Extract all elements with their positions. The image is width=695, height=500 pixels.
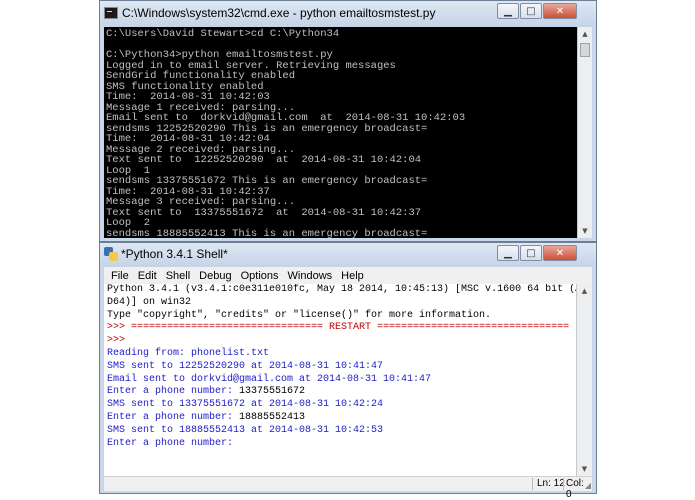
minimize-icon: ▁ — [504, 5, 512, 17]
scroll-down-icon[interactable]: ▼ — [577, 462, 592, 476]
close-icon: ✕ — [555, 5, 565, 17]
status-bar: Ln: 12 Col: 0 ◢ — [104, 476, 592, 500]
cmd-window-title: C:\Windows\system32\cmd.exe - python ema… — [122, 6, 436, 20]
menu-file[interactable]: File — [111, 270, 129, 282]
shell-line: D64)] on win32 — [107, 296, 192, 308]
shell-line: Reading from: phonelist.txt — [107, 347, 270, 359]
console-text: C:\Users\David Stewart>cd C:\Python34 C:… — [104, 27, 577, 238]
close-icon: ✕ — [555, 247, 565, 259]
scroll-up-icon[interactable]: ▲ — [578, 27, 592, 41]
shell-line: Email sent to dorkvid@gmail.com at 2014-… — [107, 373, 432, 385]
shell-line: SMS sent to 18885552413 at 2014-08-31 10… — [107, 424, 384, 436]
python-shell-window: *Python 3.4.1 Shell* ▁ □ ✕ File Edit She… — [99, 242, 597, 500]
shell-line: Type "copyright", "credits" or "license(… — [107, 309, 492, 321]
menu-debug[interactable]: Debug — [199, 270, 231, 282]
shell-text-area[interactable]: Python 3.4.1 (v3.4.1:c0e311e010fc, May 1… — [104, 284, 576, 476]
console-line: sendsms 18885552413 This is an emergency… — [106, 227, 428, 238]
maximize-button[interactable]: □ — [520, 3, 542, 19]
cmd-vertical-scrollbar[interactable]: ▲ ▼ — [577, 27, 592, 238]
shell-minimize-button[interactable]: ▁ — [497, 245, 519, 261]
cmd-app-icon — [104, 7, 118, 19]
menu-edit[interactable]: Edit — [138, 270, 157, 282]
shell-line: >>> ================================ RES… — [107, 322, 570, 334]
resize-grip-icon[interactable]: ◢ — [585, 481, 591, 490]
shell-window-title: *Python 3.4.1 Shell* — [121, 247, 228, 261]
maximize-icon: □ — [526, 247, 536, 259]
scroll-down-icon[interactable]: ▼ — [578, 224, 592, 238]
scroll-thumb[interactable] — [580, 43, 590, 57]
cmd-titlebar[interactable]: C:\Windows\system32\cmd.exe - python ema… — [100, 1, 596, 27]
console-output[interactable]: C:\Users\David Stewart>cd C:\Python34 C:… — [104, 27, 577, 238]
minimize-button[interactable]: ▁ — [497, 3, 519, 19]
shell-user-input: 18885552413 — [239, 411, 306, 423]
shell-close-button[interactable]: ✕ — [543, 245, 577, 261]
menu-help[interactable]: Help — [341, 270, 364, 282]
shell-prompt-text: Enter a phone number: — [107, 411, 240, 423]
console-line: C:\Users\David Stewart>cd C:\Python34 — [106, 28, 340, 40]
shell-vertical-scrollbar[interactable]: ▲ ▼ — [576, 284, 592, 476]
maximize-icon: □ — [526, 5, 536, 17]
shell-line: SMS sent to 13375551672 at 2014-08-31 10… — [107, 399, 384, 411]
menu-bar: File Edit Shell Debug Options Windows He… — [104, 267, 592, 285]
console-line: Text sent to 12252520290 at 2014-08-31 1… — [106, 154, 422, 166]
cmd-window: C:\Windows\system32\cmd.exe - python ema… — [99, 0, 597, 242]
status-line: Ln: 12 — [537, 478, 565, 489]
shell-titlebar[interactable]: *Python 3.4.1 Shell* ▁ □ ✕ — [100, 243, 596, 267]
menu-shell[interactable]: Shell — [166, 270, 190, 282]
python-logo-icon — [104, 247, 118, 261]
minimize-icon: ▁ — [504, 247, 512, 259]
shell-line: Enter a phone number: 13375551672 — [104, 386, 576, 399]
shell-user-input: 13375551672 — [239, 386, 306, 398]
menu-options[interactable]: Options — [241, 270, 279, 282]
shell-line: >>> — [107, 335, 126, 347]
shell-line: Python 3.4.1 (v3.4.1:c0e311e010fc, May 1… — [107, 284, 576, 295]
shell-maximize-button[interactable]: □ — [520, 245, 542, 261]
console-line: Text sent to 13375551672 at 2014-08-31 1… — [106, 206, 422, 219]
shell-line: Enter a phone number: — [107, 437, 234, 449]
menu-windows[interactable]: Windows — [288, 270, 333, 282]
scroll-up-icon[interactable]: ▲ — [577, 284, 592, 298]
shell-prompt-text: Enter a phone number: — [107, 386, 240, 398]
close-button[interactable]: ✕ — [543, 3, 577, 19]
shell-line: Enter a phone number: 18885552413 — [104, 412, 576, 425]
shell-line: SMS sent to 12252520290 at 2014-08-31 10… — [107, 360, 384, 372]
